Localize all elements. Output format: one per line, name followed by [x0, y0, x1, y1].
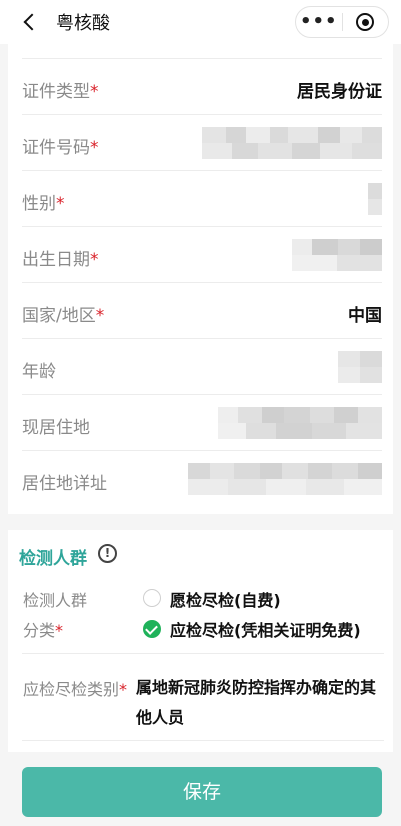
birth-date-redacted	[292, 239, 382, 271]
option-self-pay-label[interactable]: 愿检尽检(自费)	[170, 587, 281, 611]
age-redacted	[338, 351, 382, 383]
row-country[interactable]: 国家/地区* 中国	[22, 283, 382, 339]
id-type-value: 居民身份证	[297, 82, 382, 102]
row-gender[interactable]: 性别*	[22, 171, 382, 227]
country-value: 中国	[348, 306, 382, 326]
current-residence-label: 现居住地	[22, 418, 90, 438]
address-detail-redacted	[188, 463, 382, 495]
target-icon	[356, 13, 375, 31]
row-id-type[interactable]: 证件类型* 居民身份证	[22, 59, 382, 115]
row-address-detail[interactable]: 居住地详址	[22, 451, 382, 507]
divider	[22, 653, 384, 654]
group-label-line2: 分类*	[23, 621, 64, 640]
address-detail-label: 居住地详址	[22, 474, 107, 494]
more-menu-button[interactable]: •••	[296, 6, 342, 38]
age-label: 年龄	[22, 362, 56, 382]
option-free-label[interactable]: 应检尽检(凭相关证明免费)	[170, 617, 361, 641]
radio-self-pay[interactable]	[143, 589, 161, 607]
id-type-label: 证件类型*	[22, 82, 99, 102]
row-birth-date[interactable]: 出生日期*	[22, 227, 382, 283]
row-id-number[interactable]: 证件号码*	[22, 115, 382, 171]
id-number-redacted	[202, 127, 382, 159]
page-title: 粤核酸	[56, 13, 110, 34]
gender-redacted	[368, 183, 382, 215]
country-label: 国家/地区*	[22, 306, 105, 326]
gender-label: 性别*	[22, 194, 65, 214]
divider	[22, 740, 384, 741]
row-current-residence[interactable]: 现居住地	[22, 395, 382, 451]
id-number-label: 证件号码*	[22, 138, 99, 158]
mini-program-capsule: •••	[295, 6, 389, 38]
row-age: 年龄	[22, 339, 382, 395]
test-group-card: 检测人群 ! 检测人群 分类* 愿检尽检(自费) 应检尽检(凭相关证明免费) 应…	[8, 530, 393, 752]
group-label-line1: 检测人群	[23, 591, 88, 610]
info-icon[interactable]: !	[98, 544, 117, 563]
personal-info-card: 证件类型* 居民身份证 证件号码* 性别* 出生日期* 国家/地区* 中国 年龄	[8, 44, 393, 514]
footer: 保存	[0, 752, 401, 826]
nav-bar: 粤核酸 •••	[0, 0, 401, 44]
section-title: 检测人群	[19, 549, 87, 569]
category-label: 应检尽检类别*	[23, 680, 128, 699]
category-value[interactable]: 属地新冠肺炎防控指挥办确定的其他人员	[136, 673, 386, 733]
close-mini-program-button[interactable]	[343, 13, 389, 31]
birth-date-label: 出生日期*	[22, 250, 99, 270]
radio-free-checked[interactable]	[143, 620, 161, 638]
save-button[interactable]: 保存	[22, 767, 382, 817]
back-arrow-icon[interactable]	[23, 13, 41, 31]
current-residence-redacted	[218, 407, 382, 439]
